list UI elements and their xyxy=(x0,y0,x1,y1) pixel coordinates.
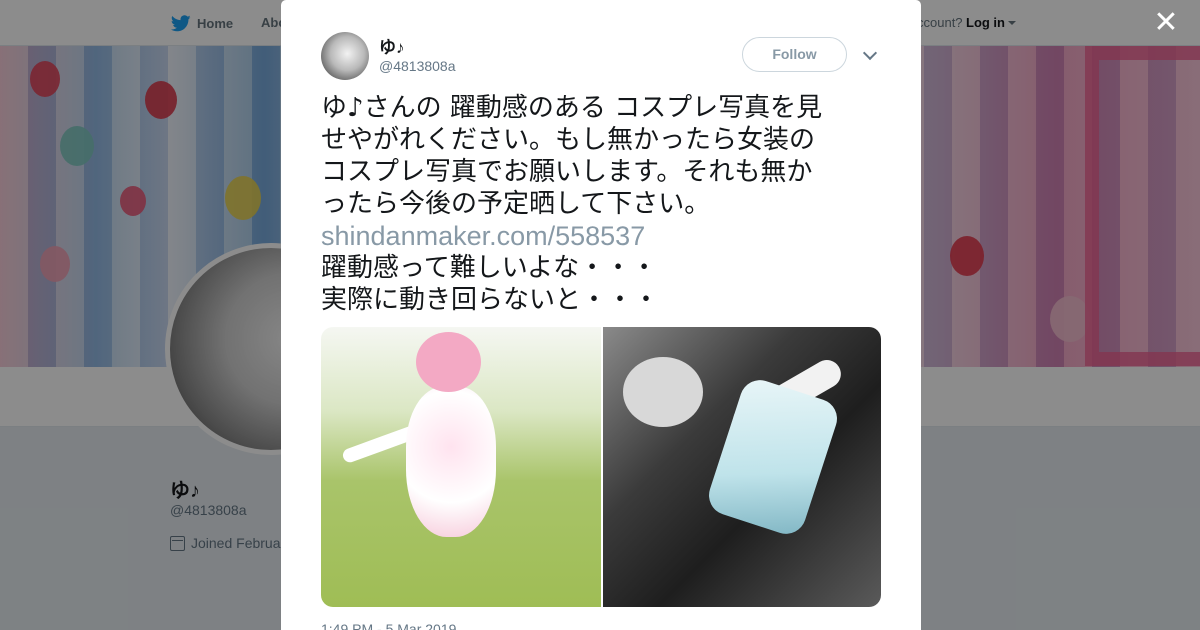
tweet-media xyxy=(321,327,881,607)
tweet-modal: ゆ♪ @4813808a Follow ゆ♪さんの 躍動感のある コスプレ写真を… xyxy=(281,0,921,630)
tweet-line: ゆ♪さんの 躍動感のある コスプレ写真を見 xyxy=(321,93,823,123)
tweet-text: ゆ♪さんの 躍動感のある コスプレ写真を見 せやがれください。もし無かったら女装… xyxy=(321,92,881,316)
follow-button[interactable]: Follow xyxy=(742,37,847,72)
photo-figure-hair xyxy=(623,357,703,427)
tweet-timestamp[interactable]: 1:49 PM - 5 Mar 2019 xyxy=(321,621,456,630)
tweet-author-handle[interactable]: @4813808a xyxy=(379,58,456,74)
photo-figure-body xyxy=(703,374,843,540)
tweet-line: ったら今後の予定晒して下さい。 xyxy=(321,189,711,219)
tweet-photo-1[interactable] xyxy=(321,327,601,607)
tweet-author-name[interactable]: ゆ♪ xyxy=(379,33,405,58)
close-icon[interactable]: ✕ xyxy=(1151,8,1181,38)
tweet-author-avatar[interactable] xyxy=(321,32,369,80)
chevron-down-icon[interactable] xyxy=(862,45,878,61)
tweet-link[interactable]: shindanmaker.com/558537 xyxy=(321,220,881,252)
tweet-line: コスプレ写真でお願いします。それも無か xyxy=(321,157,813,187)
tweet-line: 実際に動き回らないと・・・ xyxy=(321,285,660,315)
photo-figure-hair xyxy=(416,332,481,392)
tweet-photo-2[interactable] xyxy=(603,327,881,607)
photo-figure-dress xyxy=(406,387,496,537)
tweet-line: 躍動感って難しいよな・・・ xyxy=(321,253,658,283)
tweet-line: せやがれください。もし無かったら女装の xyxy=(321,125,816,155)
